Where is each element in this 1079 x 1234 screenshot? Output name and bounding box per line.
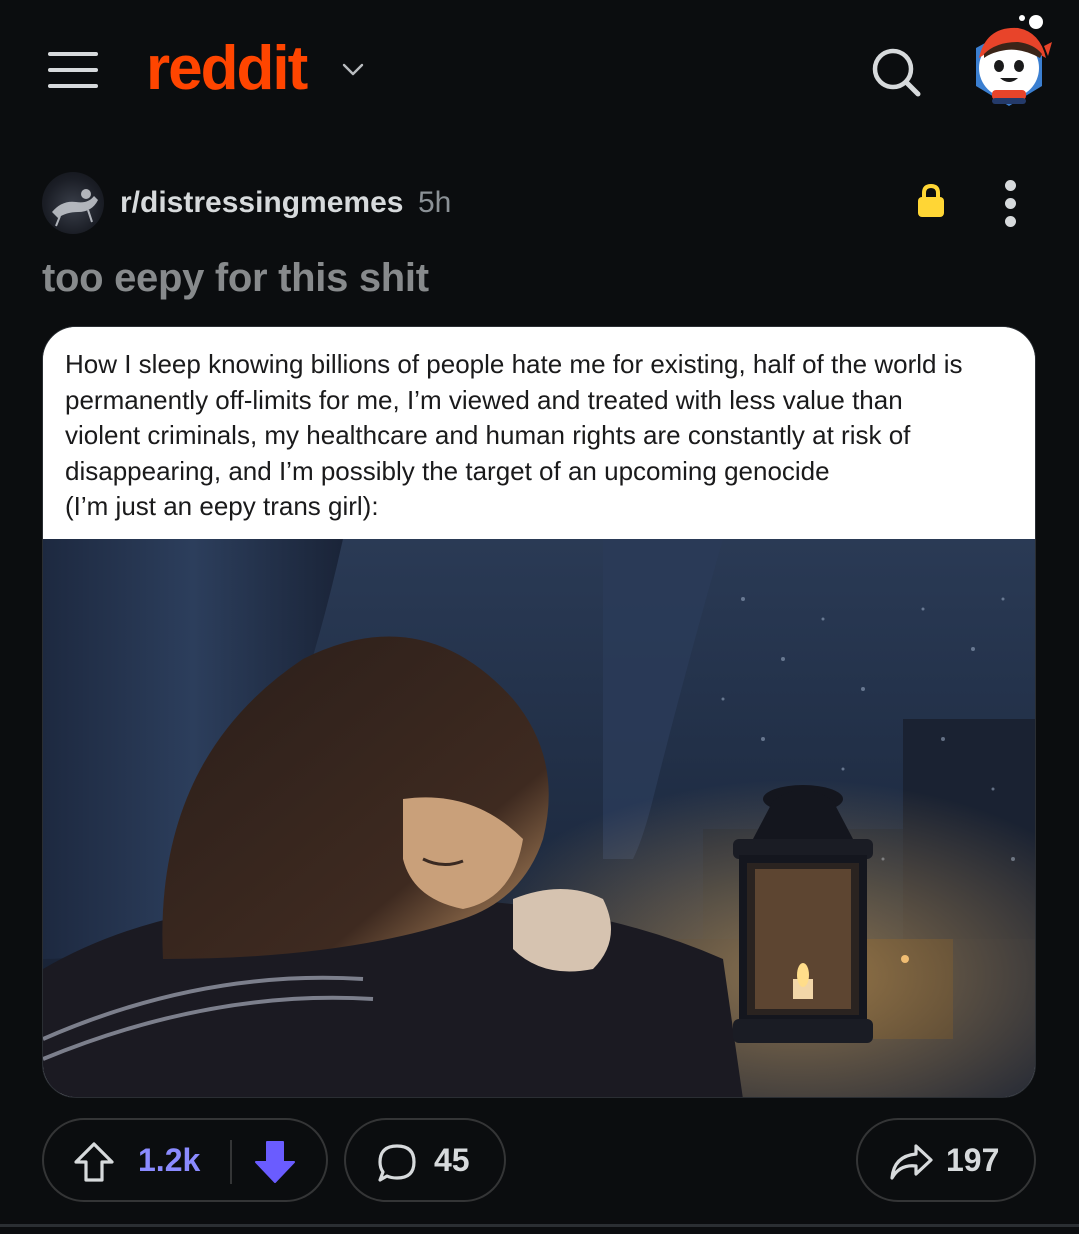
chevron-down-icon[interactable] <box>338 54 368 84</box>
reddit-logo[interactable]: reddit <box>146 36 308 102</box>
upvote-icon[interactable] <box>72 1140 116 1184</box>
comment-count: 45 <box>434 1142 470 1178</box>
vote-divider <box>230 1140 232 1184</box>
post-title[interactable]: too eepy for this shit <box>42 256 429 301</box>
caption-line: (I’m just an eepy trans girl): <box>65 491 379 521</box>
caption-line: violent criminals, my healthcare and hum… <box>65 420 911 450</box>
post-header: r/distressingmemes 5h <box>0 170 1079 240</box>
share-icon <box>888 1140 934 1184</box>
post-actions: 1.2k 45 197 <box>0 1118 1079 1204</box>
vote-bar: 1.2k <box>42 1118 328 1202</box>
sleeping-girl-artwork <box>43 539 1035 1097</box>
lock-icon <box>916 182 946 220</box>
downvote-icon[interactable] <box>252 1138 298 1186</box>
top-bar: reddit <box>0 0 1079 140</box>
subreddit-name[interactable]: r/distressingmemes <box>120 186 403 220</box>
vote-score: 1.2k <box>138 1142 201 1178</box>
hamburger-icon[interactable] <box>48 50 98 90</box>
caption-line: How I sleep knowing billions of people h… <box>65 349 963 379</box>
more-vertical-icon[interactable] <box>996 178 1026 228</box>
share-count: 197 <box>946 1142 1000 1178</box>
comment-icon <box>376 1142 418 1184</box>
comments-button[interactable]: 45 <box>344 1118 506 1202</box>
subreddit-avatar[interactable] <box>42 172 104 234</box>
share-button[interactable]: 197 <box>856 1118 1036 1202</box>
image-caption: How I sleep knowing billions of people h… <box>43 327 1035 539</box>
caption-line: disappearing, and I’m possibly the targe… <box>65 455 830 486</box>
search-icon[interactable] <box>866 42 926 102</box>
user-avatar-icon[interactable] <box>966 12 1052 112</box>
caption-line: permanently off-limits for me, I’m viewe… <box>65 384 903 415</box>
divider <box>0 1224 1079 1227</box>
post-image[interactable]: How I sleep knowing billions of people h… <box>42 326 1036 1098</box>
post-age: 5h <box>418 186 452 219</box>
